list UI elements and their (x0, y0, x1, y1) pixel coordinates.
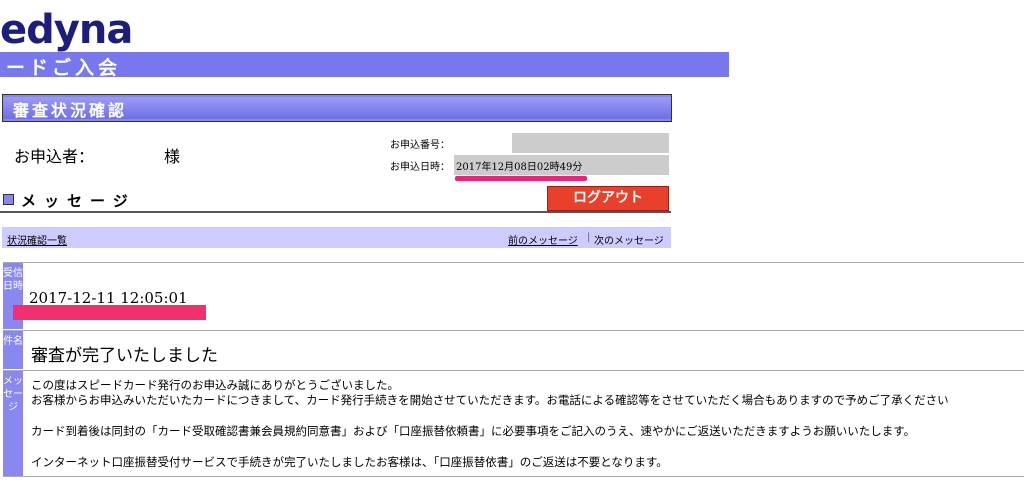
section-title: 審査状況確認 (13, 101, 128, 120)
message-nav-bar: 状況確認一覧 前のメッセージ | 次のメッセージ (2, 227, 671, 248)
application-number-label: お申込番号： (390, 140, 450, 151)
banner-title: ードご入会 (6, 57, 122, 79)
application-number-value (454, 133, 669, 153)
application-date-text: 2017年12月08日02時49分 (456, 162, 583, 173)
message-row: メッセージ この度はスピードカード発行のお申込み誠にありがとうございました。 お… (3, 370, 1024, 477)
message-label: メッセージ (3, 371, 23, 476)
subject-label: 件名 (3, 331, 23, 369)
application-date-label: お申込日時： (390, 162, 450, 173)
section-header: 審査状況確認 (2, 94, 672, 122)
status-list-link[interactable]: 状況確認一覧 (7, 232, 67, 247)
message-line: カード到着後は同封の「カード受取確認書兼会員規約同意書」および「口座振替依頼書」… (31, 424, 916, 438)
subject-text: 審査が完了いたしました (31, 346, 218, 366)
messages-heading: メッセージ (21, 192, 136, 210)
divider (0, 211, 671, 213)
application-date-value: 2017年12月08日02時49分 (454, 155, 669, 175)
nav-separator: | (587, 232, 591, 243)
square-icon (3, 194, 14, 205)
logout-button[interactable]: ログアウト (547, 186, 669, 211)
applicant-name: お申込者： 様 (14, 143, 180, 167)
previous-message-link[interactable]: 前のメッセージ (508, 232, 578, 247)
subject-row: 件名 審査が完了いたしました (3, 330, 1024, 369)
next-message-label: 次のメッセージ (594, 236, 664, 247)
applicant-honorific: 様 (164, 147, 181, 166)
redaction-bar (13, 305, 206, 320)
received-row: 受信日時 2017-12-11 12:05:01 (3, 262, 1024, 329)
message-line: お客様からお申込みいただいたカードにつきまして、カード発行手続きを開始させていた… (31, 393, 949, 407)
highlight-underline (455, 176, 587, 181)
message-line: インターネット口座振替受付サービスで手続きが完了いたしましたお客様は、「口座振替… (31, 455, 668, 469)
message-line: この度はスピードカード発行のお申込み誠にありがとうございました。 (31, 378, 399, 392)
card-application-banner: ードご入会 (0, 52, 729, 79)
applicant-label: お申込者： (14, 147, 95, 166)
brand-logo: edyna (0, 7, 133, 53)
